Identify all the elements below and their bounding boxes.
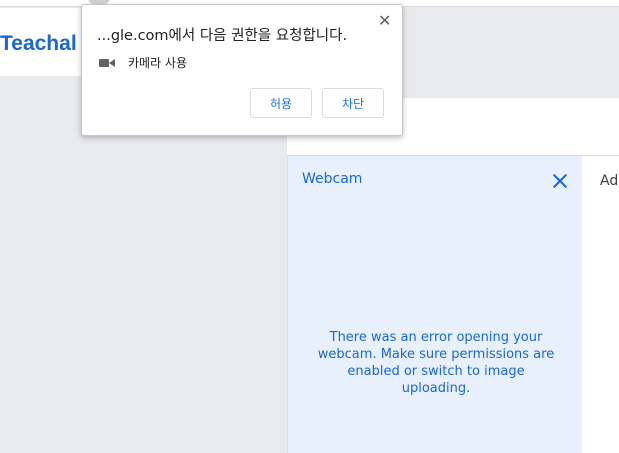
permission-dialog-title: ...gle.com에서 다음 권한을 요청합니다.: [97, 28, 348, 44]
permission-label: 카메라 사용: [128, 56, 188, 70]
webcam-error-message: There was an error opening your webcam. …: [317, 330, 555, 396]
brand-logo-text: Teachal: [0, 32, 77, 55]
camera-icon: [99, 58, 115, 68]
webcam-title: Webcam: [302, 171, 363, 187]
webcam-panel: Webcam There was an error opening your w…: [287, 156, 583, 453]
permission-dialog: ...gle.com에서 다음 권한을 요청합니다. ✕ 카메라 사용 허용 차…: [81, 4, 403, 136]
block-button[interactable]: 차단: [322, 88, 384, 118]
close-icon[interactable]: ✕: [378, 11, 391, 30]
allow-button[interactable]: 허용: [250, 88, 312, 118]
right-panel: Ad: [582, 156, 619, 453]
permission-row: 카메라 사용: [99, 54, 187, 71]
right-panel-label: Ad: [600, 173, 619, 189]
close-icon[interactable]: [553, 174, 567, 188]
